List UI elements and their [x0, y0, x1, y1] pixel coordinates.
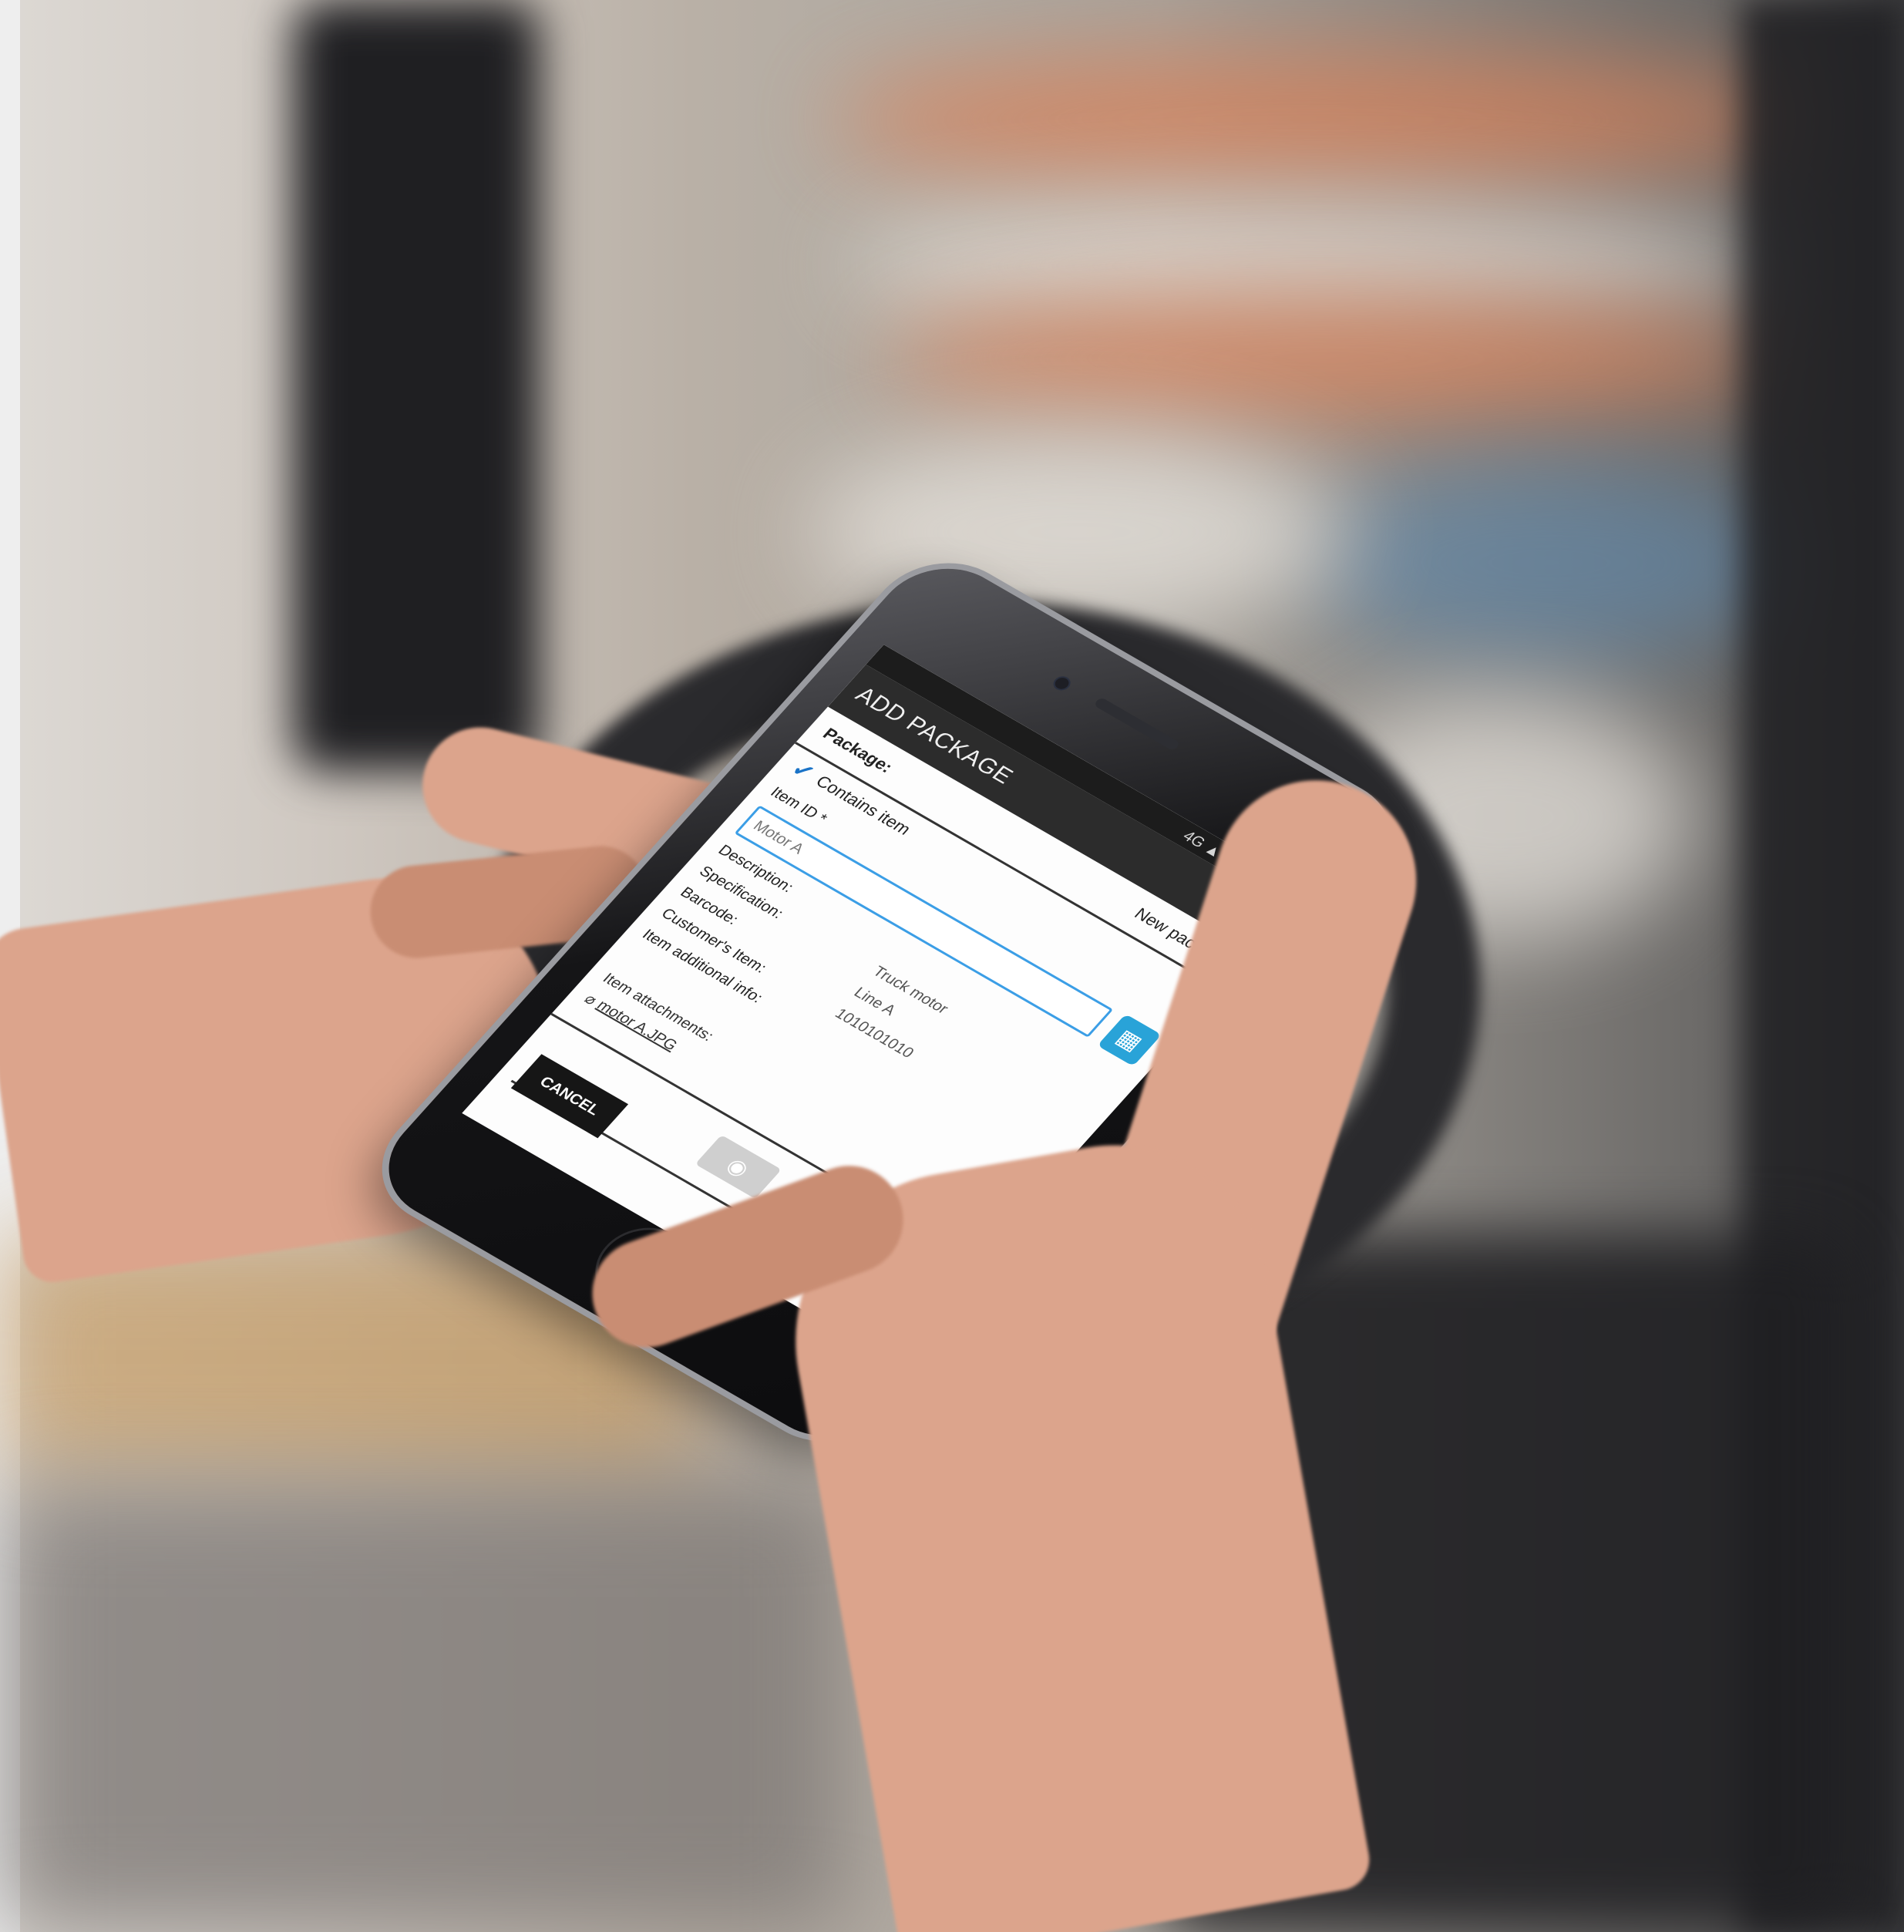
- grid-icon: ▦: [1111, 1025, 1148, 1055]
- photo-scene: 4G ▲ 90% ▮ 8:17 ADD PACKAGE Package: New…: [0, 0, 1904, 1932]
- shelf-blur: [833, 46, 1796, 193]
- shelf-blur: [886, 293, 1773, 424]
- shelf-blur: [1310, 463, 1788, 663]
- item-id-value: Motor A: [749, 817, 808, 857]
- forklift-pillar: [293, 0, 540, 771]
- lap-blur: [0, 1480, 848, 1932]
